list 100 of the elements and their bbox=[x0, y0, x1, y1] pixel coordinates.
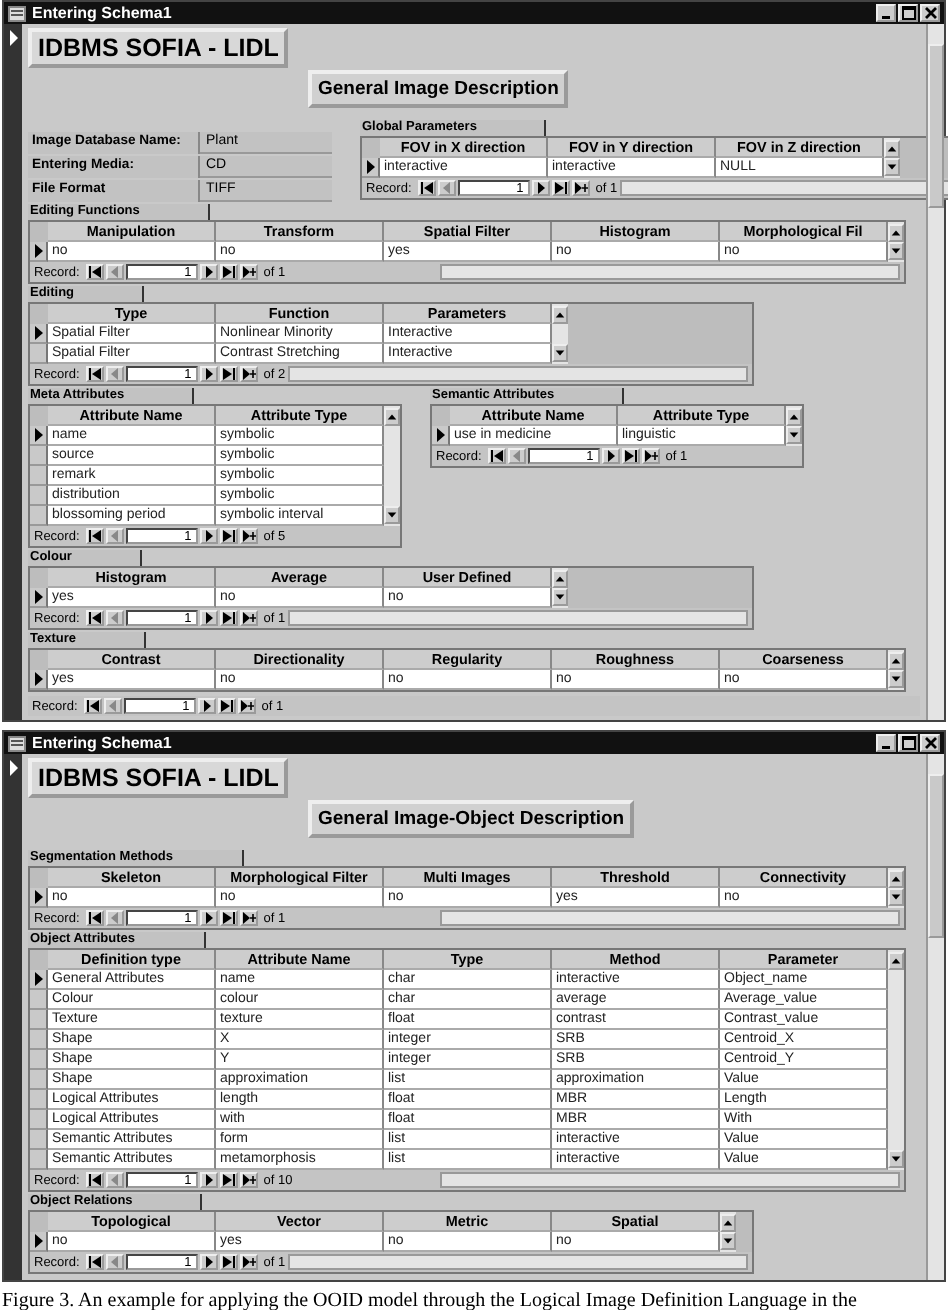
scroll-up-icon[interactable] bbox=[888, 224, 904, 242]
horizontal-scrollbar[interactable] bbox=[440, 264, 900, 280]
close-icon bbox=[923, 736, 937, 750]
close-button[interactable] bbox=[920, 4, 940, 22]
new-record-button[interactable] bbox=[239, 264, 258, 280]
vertical-scrollbar[interactable] bbox=[720, 1212, 736, 1252]
maximize-button[interactable] bbox=[898, 4, 918, 22]
row-selector[interactable] bbox=[30, 1232, 48, 1252]
horizontal-scrollbar[interactable] bbox=[287, 610, 748, 626]
last-record-button[interactable] bbox=[219, 1172, 238, 1188]
scroll-down-icon[interactable] bbox=[786, 426, 802, 444]
horizontal-scrollbar[interactable] bbox=[440, 1172, 900, 1188]
new-record-button[interactable] bbox=[239, 610, 258, 626]
next-record-button[interactable] bbox=[199, 264, 218, 280]
vertical-scrollbar[interactable] bbox=[786, 406, 802, 446]
scroll-up-icon[interactable] bbox=[888, 870, 904, 888]
last-record-button[interactable] bbox=[219, 528, 238, 544]
first-record-button[interactable] bbox=[417, 180, 436, 196]
vertical-scrollbar[interactable] bbox=[926, 24, 944, 720]
last-record-button[interactable] bbox=[219, 264, 238, 280]
scroll-down-icon[interactable] bbox=[888, 1150, 904, 1168]
vertical-scrollbar[interactable] bbox=[888, 650, 904, 690]
row-selector[interactable] bbox=[30, 242, 48, 262]
vertical-scrollbar[interactable] bbox=[888, 222, 904, 262]
minimize-button[interactable] bbox=[876, 4, 896, 22]
new-record-button[interactable] bbox=[239, 910, 258, 926]
last-record-button[interactable] bbox=[621, 448, 640, 464]
first-record-button[interactable] bbox=[85, 528, 104, 544]
vertical-scrollbar[interactable] bbox=[384, 406, 400, 526]
form-heading: General Image-Object Description bbox=[308, 800, 635, 838]
first-record-button[interactable] bbox=[85, 264, 104, 280]
scroll-down-icon[interactable] bbox=[552, 344, 568, 362]
new-record-button[interactable] bbox=[239, 366, 258, 382]
next-record-button[interactable] bbox=[601, 448, 620, 464]
row-selector[interactable] bbox=[30, 970, 48, 990]
last-record-button[interactable] bbox=[219, 610, 238, 626]
horizontal-scrollbar[interactable] bbox=[287, 1254, 748, 1270]
row-selector[interactable] bbox=[362, 158, 380, 178]
vertical-scrollbar[interactable] bbox=[888, 868, 904, 908]
vertical-scrollbar[interactable] bbox=[888, 950, 904, 1170]
vertical-scrollbar[interactable] bbox=[552, 568, 568, 608]
next-record-button[interactable] bbox=[199, 610, 218, 626]
next-record-button[interactable] bbox=[199, 910, 218, 926]
vertical-scrollbar[interactable] bbox=[552, 304, 568, 364]
horizontal-scrollbar[interactable] bbox=[619, 180, 948, 196]
first-record-button[interactable] bbox=[85, 1172, 104, 1188]
scroll-down-icon[interactable] bbox=[888, 242, 904, 260]
scroll-down-icon[interactable] bbox=[884, 158, 900, 176]
last-record-button[interactable] bbox=[219, 1254, 238, 1270]
next-record-button[interactable] bbox=[199, 366, 218, 382]
close-button[interactable] bbox=[920, 734, 940, 752]
first-record-button[interactable] bbox=[83, 698, 102, 714]
scroll-up-icon[interactable] bbox=[552, 306, 568, 324]
first-record-button[interactable] bbox=[85, 910, 104, 926]
new-record-button[interactable] bbox=[641, 448, 660, 464]
new-record-button[interactable] bbox=[237, 698, 256, 714]
form-icon bbox=[8, 5, 26, 21]
scroll-up-icon[interactable] bbox=[384, 408, 400, 426]
last-record-button[interactable] bbox=[217, 698, 236, 714]
last-record-button[interactable] bbox=[219, 910, 238, 926]
scroll-down-icon[interactable] bbox=[888, 888, 904, 906]
row-selector[interactable] bbox=[30, 588, 48, 608]
scroll-down-icon[interactable] bbox=[720, 1232, 736, 1250]
row-selector[interactable] bbox=[30, 888, 48, 908]
figure-caption: Figure 3. An example for applying the OOID model through the Logical Image Definition Language in the bbox=[2, 1290, 859, 1310]
next-record-button[interactable] bbox=[199, 528, 218, 544]
vertical-scrollbar[interactable] bbox=[926, 754, 944, 1280]
scroll-up-icon[interactable] bbox=[888, 652, 904, 670]
row-selector[interactable] bbox=[30, 670, 48, 690]
first-record-button[interactable] bbox=[85, 610, 104, 626]
maximize-button[interactable] bbox=[898, 734, 918, 752]
last-record-button[interactable] bbox=[219, 366, 238, 382]
next-record-button[interactable] bbox=[197, 698, 216, 714]
new-record-button[interactable] bbox=[239, 528, 258, 544]
new-record-button[interactable] bbox=[239, 1172, 258, 1188]
scroll-down-icon[interactable] bbox=[552, 588, 568, 606]
scroll-down-icon[interactable] bbox=[384, 506, 400, 524]
minimize-button[interactable] bbox=[876, 734, 896, 752]
next-record-button[interactable] bbox=[199, 1172, 218, 1188]
new-record-button[interactable] bbox=[571, 180, 590, 196]
horizontal-scrollbar[interactable] bbox=[287, 366, 748, 382]
row-selector[interactable] bbox=[30, 426, 48, 446]
scroll-up-icon[interactable] bbox=[884, 140, 900, 158]
first-record-button[interactable] bbox=[85, 366, 104, 382]
scroll-up-icon[interactable] bbox=[888, 952, 904, 970]
row-selector[interactable] bbox=[432, 426, 450, 446]
first-record-button[interactable] bbox=[85, 1254, 104, 1270]
last-record-button[interactable] bbox=[551, 180, 570, 196]
horizontal-scrollbar[interactable] bbox=[440, 910, 900, 926]
vertical-scrollbar[interactable] bbox=[884, 138, 900, 178]
row-selector[interactable] bbox=[30, 324, 48, 344]
window-title: Entering Schema1 bbox=[32, 734, 172, 752]
new-record-button[interactable] bbox=[239, 1254, 258, 1270]
scroll-down-icon[interactable] bbox=[888, 670, 904, 688]
next-record-button[interactable] bbox=[531, 180, 550, 196]
next-record-button[interactable] bbox=[199, 1254, 218, 1270]
scroll-up-icon[interactable] bbox=[552, 570, 568, 588]
scroll-up-icon[interactable] bbox=[786, 408, 802, 426]
scroll-up-icon[interactable] bbox=[720, 1214, 736, 1232]
first-record-button[interactable] bbox=[487, 448, 506, 464]
